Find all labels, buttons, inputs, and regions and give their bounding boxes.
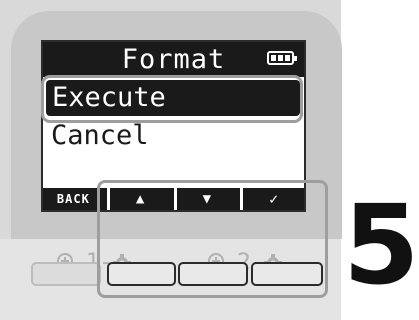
execute-highlight xyxy=(41,75,303,123)
battery-icon xyxy=(267,51,297,65)
screen-title: Format xyxy=(121,44,226,75)
menu-item-cancel[interactable]: Cancel xyxy=(51,118,149,154)
step-number: 5 xyxy=(343,181,419,309)
function-button-1[interactable] xyxy=(31,262,101,286)
screen-title-bar: Format xyxy=(43,42,304,77)
device-body: Format Execute Cancel BACK ▲ ▼ ✓ - xyxy=(0,0,342,320)
softkey-back[interactable]: BACK xyxy=(43,188,104,210)
keys-highlight xyxy=(97,180,328,298)
